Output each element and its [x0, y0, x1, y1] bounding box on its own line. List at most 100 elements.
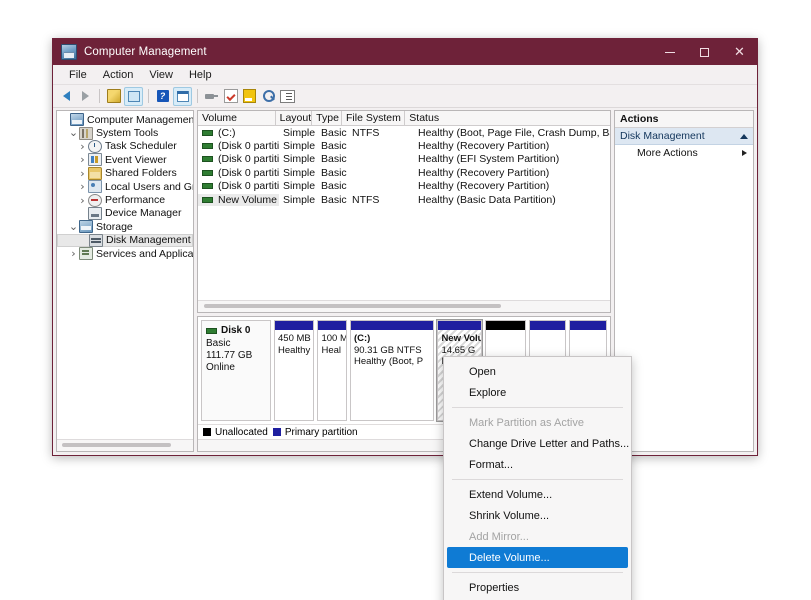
- volume-cell-status: Healthy (Recovery Partition): [418, 166, 550, 179]
- volume-list-header: Volume Layout Type File System Status: [198, 111, 610, 126]
- volume-name: (Disk 0 partition 6): [218, 180, 279, 193]
- chevron-down-icon[interactable]: ⌄: [68, 127, 79, 138]
- chevron-right-icon[interactable]: ›: [77, 153, 88, 166]
- context-menu-item-extend-volume[interactable]: Extend Volume...: [444, 484, 631, 505]
- disk-name: Disk 0: [221, 325, 251, 336]
- tree-item-device-manager[interactable]: Device Manager: [57, 206, 193, 220]
- volume-column-header-status[interactable]: Status: [405, 111, 610, 125]
- title-bar[interactable]: Computer Management ✕: [53, 39, 757, 65]
- partition-block[interactable]: (C:) 90.31 GB NTFS Healthy (Boot, P: [349, 320, 435, 421]
- context-menu-item-change-drive-letter-and-paths[interactable]: Change Drive Letter and Paths...: [444, 433, 631, 454]
- actions-header: Actions: [615, 111, 753, 128]
- volume-bar-icon: [202, 143, 213, 150]
- checkmark-icon[interactable]: [222, 88, 239, 105]
- show-hide-console-tree-icon[interactable]: [124, 86, 143, 106]
- context-menu-item-add-mirror: Add Mirror...: [469, 530, 529, 543]
- partition-size: 90.31 GB NTFS: [353, 344, 422, 356]
- tree-item-computer-management-local[interactable]: Computer Management (Local: [57, 113, 193, 127]
- volume-cell-type: Basic: [321, 126, 347, 139]
- tree-horizontal-scrollbar[interactable]: [57, 439, 193, 451]
- tree-item-label: Event Viewer: [105, 153, 167, 166]
- tree-item-disk-management[interactable]: Disk Management: [57, 233, 193, 247]
- back-icon[interactable]: [58, 88, 75, 105]
- volume-row[interactable]: (Disk 0 partition 2) Simple Basic Healthy (…: [198, 153, 610, 166]
- device-manager-icon: [88, 206, 102, 220]
- context-menu-item-delete-volume[interactable]: Delete Volume...: [447, 547, 628, 568]
- volume-column-header-layout[interactable]: Layout: [276, 111, 313, 125]
- new-volume-icon[interactable]: [241, 88, 258, 105]
- close-button[interactable]: ✕: [722, 39, 757, 65]
- context-menu-item-properties[interactable]: Properties: [444, 577, 631, 598]
- context-menu-separator: [452, 572, 623, 573]
- system-tools-icon: [79, 126, 93, 140]
- menu-view[interactable]: View: [141, 67, 181, 83]
- help-icon[interactable]: ?: [154, 88, 171, 105]
- volume-bar-icon: [202, 129, 213, 136]
- chevron-right-icon[interactable]: ›: [77, 167, 88, 180]
- tree-item-performance[interactable]: › Performance: [57, 193, 193, 207]
- computer-management-icon: [61, 44, 77, 60]
- partition-block[interactable]: 450 MB Healthy: [274, 320, 315, 421]
- actions-section-disk-management[interactable]: Disk Management: [615, 128, 753, 145]
- volume-scrollbar-thumb[interactable]: [204, 304, 501, 308]
- up-folder-icon[interactable]: [105, 88, 122, 105]
- volume-row[interactable]: (C:) Simple Basic NTFS Healthy (Boot, Page F…: [198, 126, 610, 139]
- volume-list-horizontal-scrollbar[interactable]: [198, 300, 610, 312]
- disk-icon: [206, 327, 217, 334]
- chevron-right-icon[interactable]: ›: [77, 194, 88, 207]
- disk-management-icon: [89, 233, 103, 247]
- context-menu-item-open[interactable]: Open: [444, 361, 631, 382]
- tree-item-label: Local Users and Groups: [105, 180, 193, 193]
- tree-item-event-viewer[interactable]: › Event Viewer: [57, 153, 193, 167]
- volume-cell-status: Healthy (Boot, Page File, Crash Dump, Ba…: [418, 126, 610, 139]
- tree-item-local-users-and-groups[interactable]: › Local Users and Groups: [57, 180, 193, 194]
- event-viewer-icon: [88, 153, 102, 167]
- chevron-right-icon[interactable]: ›: [77, 180, 88, 193]
- context-menu-item-shrink-volume[interactable]: Shrink Volume...: [444, 505, 631, 526]
- properties-icon[interactable]: [173, 86, 192, 106]
- menu-help[interactable]: Help: [181, 67, 220, 83]
- chevron-right-icon[interactable]: ›: [68, 247, 79, 260]
- volume-column-header-type[interactable]: Type: [312, 111, 342, 125]
- tree-item-label: Task Scheduler: [105, 140, 177, 153]
- tree-item-label: Disk Management: [106, 234, 191, 247]
- tree-scrollbar-thumb[interactable]: [62, 443, 171, 447]
- volume-cell-status: Healthy (EFI System Partition): [418, 153, 560, 166]
- chevron-right-icon[interactable]: ›: [77, 140, 88, 153]
- volume-row[interactable]: New Volume (D:) Simple Basic NTFS Healthy (B…: [198, 193, 610, 206]
- volume-cell-layout: Simple: [283, 140, 316, 153]
- volume-row[interactable]: (Disk 0 partition 6) Simple Basic Healthy (…: [198, 180, 610, 193]
- maximize-button[interactable]: [687, 39, 722, 65]
- tree-item-services-and-applications[interactable]: › Services and Applications: [57, 247, 193, 261]
- tree-item-shared-folders[interactable]: › Shared Folders: [57, 166, 193, 180]
- volume-name: (Disk 0 partition 1): [218, 140, 279, 153]
- menu-action[interactable]: Action: [95, 67, 142, 83]
- actions-item-more-actions[interactable]: More Actions: [615, 145, 753, 161]
- context-menu-item-mark-partition-as-active: Mark Partition as Active: [469, 416, 584, 429]
- tree-item-system-tools[interactable]: ⌄ System Tools: [57, 126, 193, 140]
- chevron-down-icon[interactable]: ⌄: [68, 221, 79, 232]
- menu-file[interactable]: File: [61, 67, 95, 83]
- window-body: Computer Management (Local⌄System Tools›…: [53, 108, 757, 455]
- computer-management-icon: [70, 113, 84, 127]
- services-icon: [79, 247, 93, 261]
- partition-capacity-bar: [570, 321, 606, 330]
- volume-row[interactable]: (Disk 0 partition 1) Simple Basic Healthy (…: [198, 139, 610, 152]
- forward-icon[interactable]: [77, 88, 94, 105]
- context-menu-item-explore[interactable]: Explore: [444, 382, 631, 403]
- partition-block[interactable]: 100 M Heal: [317, 320, 347, 421]
- tree-item-label: Device Manager: [105, 207, 182, 220]
- volume-column-header-volume[interactable]: Volume: [198, 111, 276, 125]
- tree-item-storage[interactable]: ⌄ Storage: [57, 220, 193, 234]
- disk-info-panel[interactable]: Disk 0 Basic 111.77 GB Online: [201, 320, 271, 421]
- volume-row[interactable]: (Disk 0 partition 5) Simple Basic Healthy (…: [198, 166, 610, 179]
- disk-title: Disk 0: [206, 325, 266, 336]
- context-menu-item-format[interactable]: Format...: [444, 454, 631, 475]
- find-icon[interactable]: [260, 88, 277, 105]
- volume-column-header-file-system[interactable]: File System: [342, 111, 406, 125]
- minimize-button[interactable]: [652, 39, 687, 65]
- rescan-disks-icon[interactable]: [203, 88, 220, 105]
- volume-name: (C:): [218, 126, 236, 139]
- tree-item-task-scheduler[interactable]: › Task Scheduler: [57, 139, 193, 153]
- list-view-icon[interactable]: [279, 88, 296, 105]
